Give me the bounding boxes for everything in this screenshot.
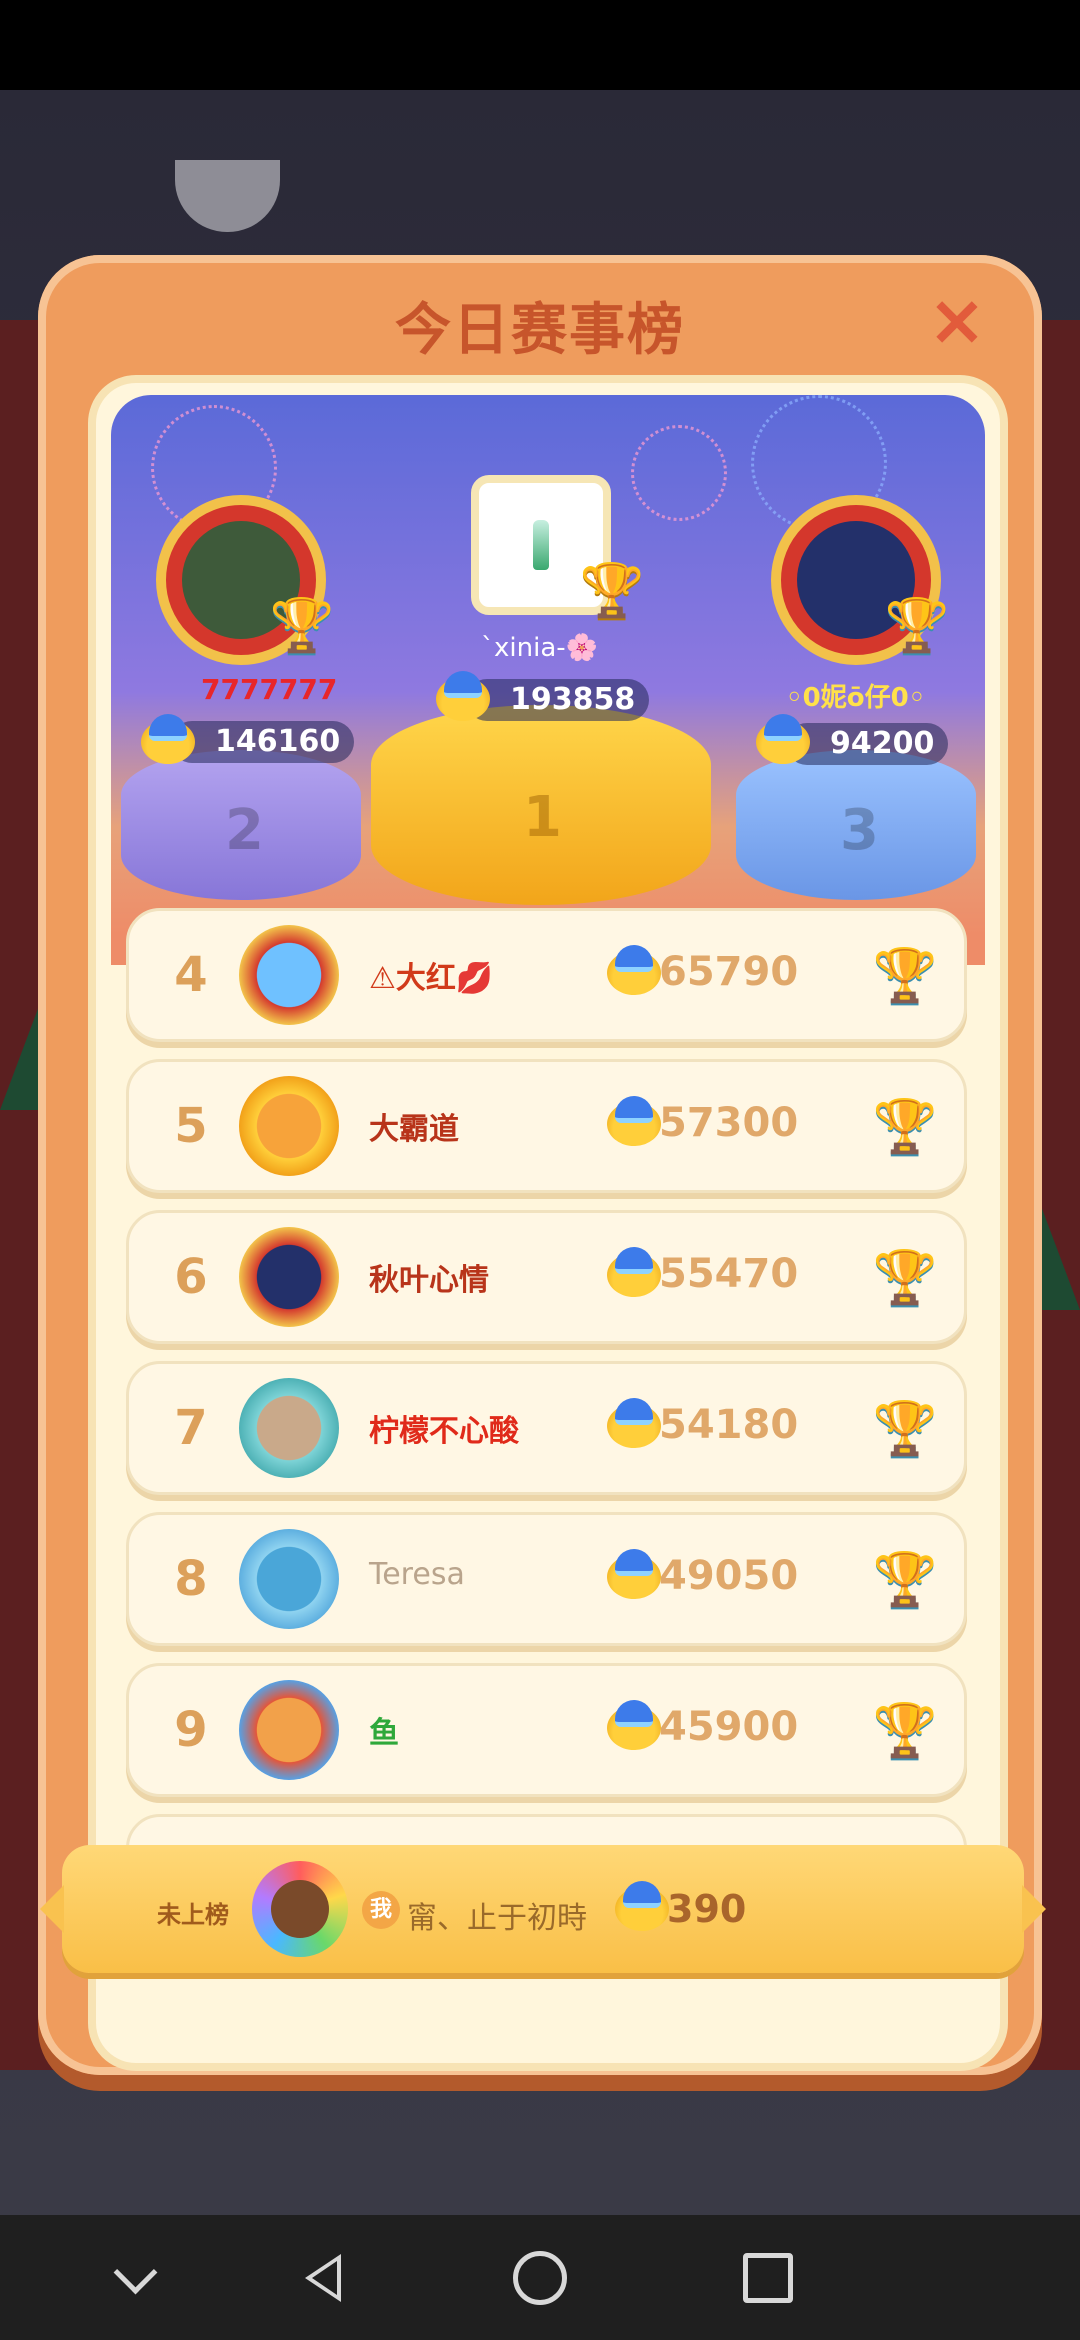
third-name: ◦0妮ō仔0◦ [786, 683, 926, 713]
rank-number: 7 [174, 1400, 208, 1456]
coin-icon [607, 1096, 661, 1146]
trophy-icon[interactable]: 🏆 [873, 1398, 938, 1459]
third-score: 94200 [786, 723, 949, 765]
trophy-icon[interactable]: 🏆 [873, 1247, 938, 1308]
rank-number: 8 [174, 1551, 208, 1607]
background-button [175, 160, 280, 232]
back-button[interactable] [290, 2245, 356, 2311]
home-icon [513, 2251, 567, 2305]
home-button[interactable] [507, 2245, 573, 2311]
player-name: 秋叶心情 [369, 1263, 489, 1298]
rank-row[interactable]: 4 ⚠大红💋 65790 🏆 [126, 908, 967, 1042]
leaderboard-modal: 今日赛事榜 × 2 🏆 7777777 146160 1 🏆 `xinia-🌸 … [38, 255, 1042, 2075]
avatar[interactable] [239, 1227, 339, 1327]
rank-number: 5 [174, 1098, 208, 1154]
trophy-icon: 🏆 [884, 595, 950, 656]
player-score: 45900 [659, 1704, 799, 1750]
podium-first: 1 [371, 705, 711, 905]
player-name: Teresa [369, 1557, 465, 1592]
player-score: 65790 [659, 949, 799, 995]
player-score: 57300 [659, 1100, 799, 1146]
podium-area: 2 🏆 7777777 146160 1 🏆 `xinia-🌸 193858 3 [111, 395, 985, 935]
ribbon-tip-left [40, 1885, 64, 1933]
trophy-icon[interactable]: 🏆 [873, 1096, 938, 1157]
second-name: 7777777 [201, 673, 338, 706]
my-rank-bar: 未上榜 我 甯、止于初時 390 [40, 1845, 1046, 1973]
system-nav-bar [0, 2215, 1080, 2340]
player-score: 49050 [659, 1553, 799, 1599]
trophy-icon: 🏆 [269, 595, 335, 656]
player-name: ⚠大红💋 [369, 961, 494, 996]
my-score: 390 [667, 1887, 747, 1931]
coin-icon [607, 945, 661, 995]
unranked-label: 未上榜 [157, 1901, 229, 1929]
close-icon: × [927, 279, 987, 361]
coin-icon [607, 1549, 661, 1599]
trophy-icon[interactable]: 🏆 [873, 1549, 938, 1610]
trophy-icon[interactable]: 🏆 [873, 1700, 938, 1761]
my-name: 甯、止于初時 [407, 1901, 587, 1936]
recents-button[interactable] [735, 2245, 801, 2311]
trophy-icon[interactable]: 🏆 [873, 945, 938, 1006]
podium-third-rank: 3 [840, 798, 879, 863]
avatar[interactable] [239, 1680, 339, 1780]
firework-decoration [631, 425, 727, 521]
second-score: 146160 [171, 721, 355, 763]
me-badge: 我 [362, 1891, 400, 1929]
avatar[interactable] [239, 1076, 339, 1176]
coin-icon [607, 1700, 661, 1750]
player-name: 大霸道 [369, 1112, 459, 1147]
back-icon [305, 2254, 341, 2302]
podium-second-rank: 2 [225, 798, 264, 863]
player-name: 鱼 [369, 1716, 399, 1751]
close-button[interactable]: × [922, 285, 992, 355]
bottle-icon [533, 520, 549, 570]
modal-title: 今日赛事榜 [395, 298, 685, 363]
first-score: 193858 [466, 679, 650, 721]
rank-row[interactable]: 9 鱼 45900 🏆 [126, 1663, 967, 1797]
podium-second: 2 [121, 750, 361, 900]
player-name: 柠檬不心酸 [369, 1414, 519, 1449]
first-name: `xinia-🌸 [481, 633, 598, 663]
status-bar [0, 0, 1080, 90]
coin-icon [607, 1247, 661, 1297]
rank-number: 9 [174, 1702, 208, 1758]
ribbon-tip-right [1022, 1885, 1046, 1933]
podium-third: 3 [736, 750, 976, 900]
coin-icon [756, 714, 810, 764]
avatar[interactable] [239, 925, 339, 1025]
avatar[interactable] [239, 1378, 339, 1478]
collapse-button[interactable] [102, 2245, 168, 2311]
my-avatar[interactable] [252, 1861, 348, 1957]
player-score: 55470 [659, 1251, 799, 1297]
coin-icon [141, 714, 195, 764]
collapse-icon [113, 2250, 157, 2294]
rank-row[interactable]: 5 大霸道 57300 🏆 [126, 1059, 967, 1193]
leaderboard-panel: 2 🏆 7777777 146160 1 🏆 `xinia-🌸 193858 3 [88, 375, 1008, 2071]
player-score: 54180 [659, 1402, 799, 1448]
avatar[interactable] [239, 1529, 339, 1629]
trophy-icon: 🏆 [579, 560, 645, 621]
rank-row[interactable]: 7 柠檬不心酸 54180 🏆 [126, 1361, 967, 1495]
coin-icon [436, 671, 490, 721]
rank-number: 4 [174, 947, 208, 1003]
coin-icon [607, 1398, 661, 1448]
podium-first-rank: 1 [523, 785, 562, 850]
coin-icon [615, 1881, 669, 1931]
rank-number: 6 [174, 1249, 208, 1305]
rank-row[interactable]: 6 秋叶心情 55470 🏆 [126, 1210, 967, 1344]
recents-icon [743, 2253, 793, 2303]
rank-row[interactable]: 8 Teresa 49050 🏆 [126, 1512, 967, 1646]
